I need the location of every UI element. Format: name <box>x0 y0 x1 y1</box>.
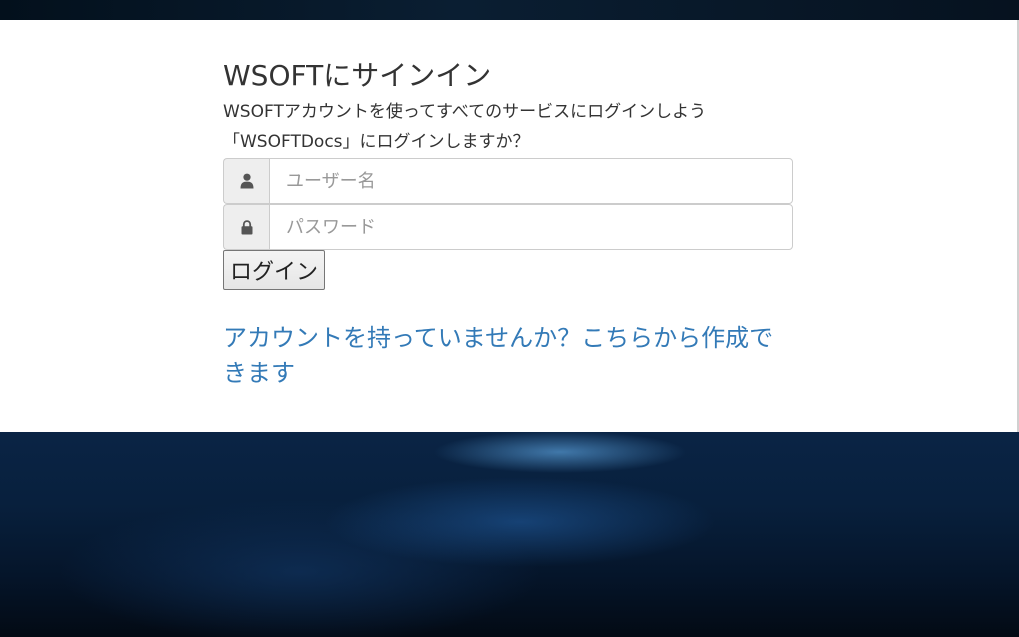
create-account-link[interactable]: アカウントを持っていませんか？こちらから作成できます <box>223 321 783 391</box>
password-input[interactable] <box>269 204 793 250</box>
login-button[interactable]: ログイン <box>223 250 326 290</box>
username-group <box>223 158 793 204</box>
login-question: 「WSOFTDocs」にログインしますか？ <box>223 132 530 152</box>
page-subtitle: WSOFTアカウントを使ってすべてのサービスにログインしよう <box>223 102 707 122</box>
background-image <box>0 432 1019 637</box>
page-title: WSOFTにサインイン <box>223 59 492 92</box>
password-group <box>223 204 793 250</box>
username-input[interactable] <box>269 158 793 204</box>
user-icon <box>223 158 269 204</box>
lock-icon <box>223 204 269 250</box>
background-top <box>0 0 1019 20</box>
